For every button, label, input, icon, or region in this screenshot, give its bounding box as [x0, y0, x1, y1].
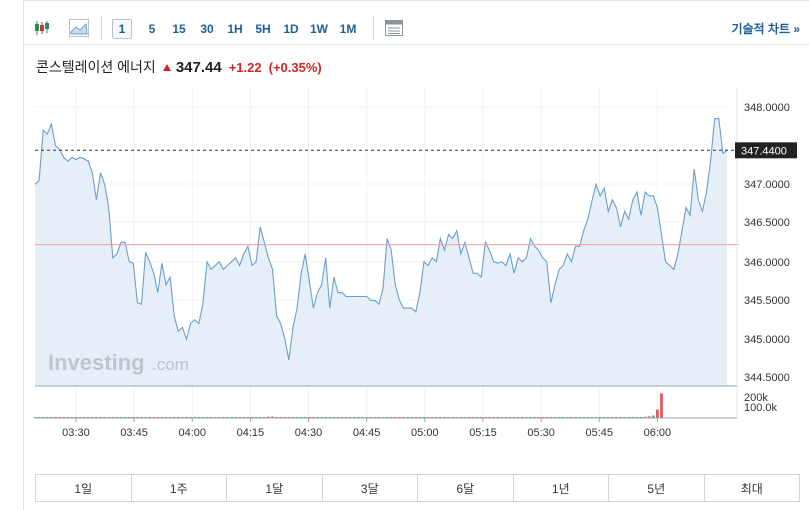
- range-6m[interactable]: 6달: [418, 475, 514, 501]
- current-price-box: 347.4400: [735, 142, 797, 159]
- range-5y[interactable]: 5년: [609, 475, 705, 501]
- current-price-label: 347.4400: [741, 145, 787, 157]
- x-tick-label: 04:00: [178, 427, 206, 439]
- y-tick-label: 346.5000: [744, 217, 790, 229]
- x-tick-label: 04:30: [295, 427, 323, 439]
- y-tick-label: 345.0000: [744, 334, 790, 346]
- x-tick-label: 04:45: [353, 427, 381, 439]
- volume-bar: [660, 393, 663, 418]
- range-1d[interactable]: 1일: [36, 475, 132, 501]
- price-area-fill: [35, 118, 727, 386]
- volume-bars: [33, 393, 737, 419]
- watermark-dotcom: .com: [152, 355, 189, 374]
- x-axis-ticks: 03:30 03:45 04:00 04:15 04:30 04:45 05:00 05:15…: [62, 418, 671, 439]
- y-tick-label: 345.5000: [744, 295, 790, 307]
- y-tick-label: 347.0000: [744, 179, 790, 191]
- watermark-investing: Investing: [48, 350, 145, 375]
- y-tick-label: 346.0000: [744, 257, 790, 269]
- range-1w[interactable]: 1주: [131, 475, 227, 501]
- volume-bar: [655, 409, 659, 418]
- price-chart[interactable]: 03:30 03:45 04:00 04:15 04:30 04:45 05:00 05:15…: [0, 0, 809, 510]
- y-tick-label: 348.0000: [744, 102, 790, 114]
- time-range-bar: 1일 1주 1달 3달 6달 1년 5년 최대: [35, 474, 800, 502]
- x-tick-label: 03:30: [62, 427, 90, 439]
- x-tick-label: 04:15: [237, 427, 265, 439]
- volume-axis-labels: 200k100.0k: [744, 392, 778, 414]
- x-tick-label: 06:00: [644, 427, 672, 439]
- x-tick-label: 05:45: [585, 427, 613, 439]
- range-1y[interactable]: 1년: [513, 475, 609, 501]
- range-3m[interactable]: 3달: [322, 475, 418, 501]
- y-tick-label: 344.5000: [744, 372, 790, 384]
- range-1m[interactable]: 1달: [227, 475, 323, 501]
- volume-tick-label: 100.0k: [744, 402, 778, 414]
- x-tick-label: 05:30: [527, 427, 555, 439]
- x-tick-label: 05:15: [469, 427, 497, 439]
- x-tick-label: 05:00: [411, 427, 439, 439]
- x-tick-label: 03:45: [120, 427, 148, 439]
- range-max[interactable]: 최대: [704, 475, 799, 501]
